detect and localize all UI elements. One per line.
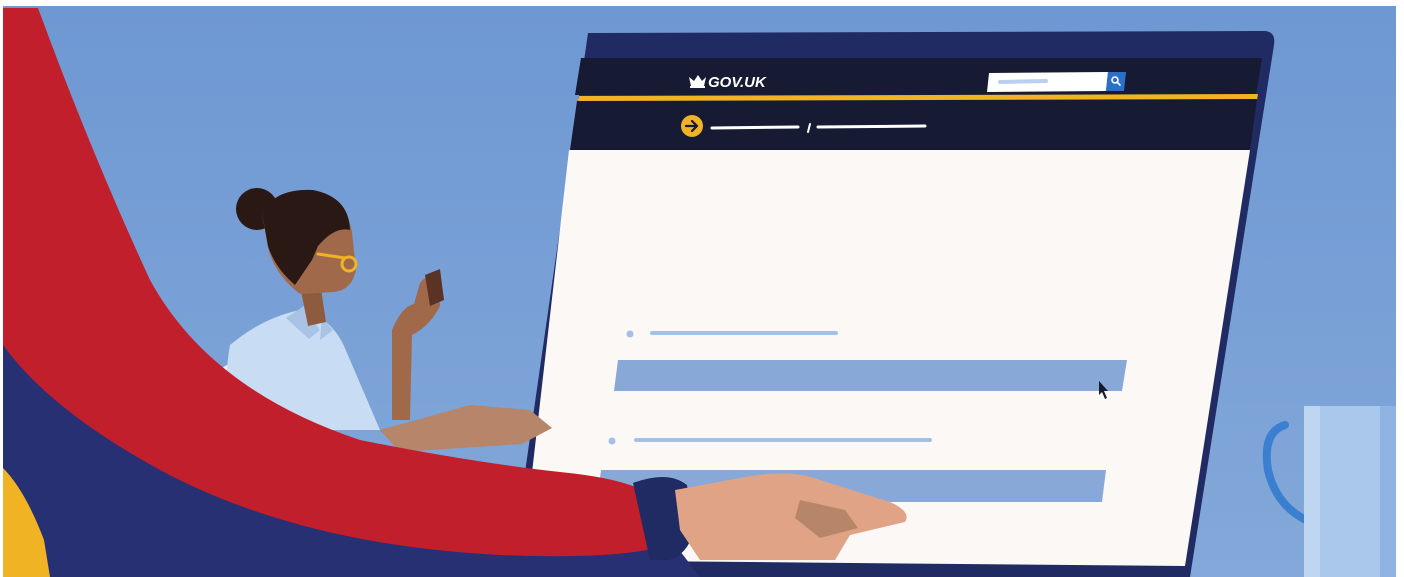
- form-input-1[interactable]: [614, 360, 1127, 391]
- illustration-scene: GOV.UK: [3, 6, 1396, 577]
- logo-text: GOV.UK: [708, 74, 767, 91]
- form-label-bullet: [608, 437, 616, 445]
- form-label-bullet: [626, 330, 634, 338]
- search-input[interactable]: [987, 72, 1108, 92]
- breadcrumb-link-2[interactable]: [816, 124, 927, 129]
- breadcrumb-bar: [570, 99, 1257, 150]
- search-button[interactable]: [1106, 72, 1126, 91]
- arrow-right-circle-icon[interactable]: [681, 115, 703, 137]
- site-header-bar: [575, 58, 1262, 95]
- breadcrumb-link-1[interactable]: [710, 125, 800, 130]
